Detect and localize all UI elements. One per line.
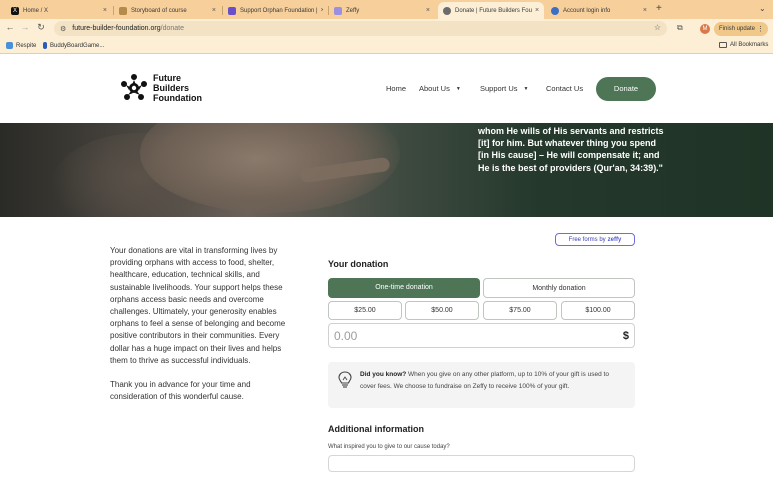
- amount-input[interactable]: 0.00 $: [328, 323, 635, 348]
- intro-text: Your donations are vital in transforming…: [110, 245, 292, 403]
- chevron-down-icon[interactable]: ⌄: [759, 4, 766, 13]
- monthly-donation-button[interactable]: Monthly donation: [483, 278, 635, 298]
- forward-icon[interactable]: →: [19, 22, 31, 32]
- site-logo[interactable]: Future Builders Foundation: [119, 73, 202, 103]
- bookmark-label: Respite: [16, 42, 37, 49]
- bookmark-star-icon[interactable]: ☆: [654, 23, 661, 32]
- logo-text: Future Builders Foundation: [153, 73, 202, 103]
- site-info-icon[interactable]: ⚙: [60, 25, 66, 33]
- reload-icon[interactable]: ↻: [35, 22, 47, 33]
- profile-avatar[interactable]: M: [700, 24, 710, 34]
- finish-update-label: Finish update: [719, 26, 756, 32]
- tab-support-orphan[interactable]: Support Orphan Foundation | ×: [223, 2, 323, 19]
- caret-down-icon: ▼: [455, 85, 461, 92]
- bookmark-label: BuddyBoardGame...: [50, 42, 105, 49]
- close-icon[interactable]: ×: [100, 7, 107, 14]
- close-icon[interactable]: ×: [640, 7, 647, 14]
- url-path: /donate: [160, 25, 184, 32]
- hero-quote: whom He wills of His servants and restri…: [478, 126, 664, 173]
- intro-paragraph: Your donations are vital in transforming…: [110, 246, 286, 365]
- did-you-know-text: Did you know? When you give on any other…: [360, 371, 609, 390]
- amount-50-button[interactable]: $50.00: [405, 301, 479, 320]
- bookmark-icon: [6, 42, 13, 49]
- nav-contact-us[interactable]: Contact Us: [546, 84, 583, 93]
- lightbulb-icon: [338, 371, 352, 388]
- bookmark-respite[interactable]: Respite: [6, 42, 36, 49]
- nav-about-us[interactable]: About Us ▼: [419, 84, 461, 93]
- close-icon[interactable]: ×: [209, 7, 216, 14]
- did-you-know-box: Did you know? When you give on any other…: [328, 362, 635, 408]
- tab-storyboard[interactable]: Storyboard of course ×: [114, 2, 221, 19]
- currency-symbol: $: [622, 329, 629, 342]
- browser-tab-bar: X Home / X × Storyboard of course × Supp…: [0, 0, 773, 19]
- address-bar[interactable]: ⚙ future-builder-foundation.org/donate ☆: [54, 21, 667, 36]
- nav-support-us[interactable]: Support Us ▼: [480, 84, 528, 93]
- folder-icon: [719, 42, 727, 48]
- site-header: Future Builders Foundation Home About Us…: [0, 55, 773, 123]
- tab-account-login[interactable]: Account login info ×: [546, 2, 652, 19]
- zeffy-badge[interactable]: Free forms by zeffy: [555, 233, 635, 246]
- nav-home[interactable]: Home: [386, 84, 406, 93]
- amount-25-button[interactable]: $25.00: [328, 301, 402, 320]
- donation-title: Your donation: [328, 259, 389, 269]
- tab-title: Storyboard of course: [131, 7, 187, 14]
- thanks-paragraph: Thank you in advance for your time and c…: [110, 380, 251, 402]
- one-time-donation-button[interactable]: One-time donation: [328, 278, 480, 298]
- tab-x[interactable]: X Home / X ×: [6, 2, 112, 19]
- new-tab-icon[interactable]: +: [656, 3, 662, 14]
- url-host: future-builder-foundation.org: [72, 25, 161, 32]
- bookmark-icon: [43, 42, 47, 49]
- tab-title: Donate | Future Builders Fou: [455, 7, 532, 14]
- inspire-input[interactable]: [328, 455, 635, 472]
- x-icon: X: [11, 6, 19, 15]
- caret-down-icon: ▼: [523, 85, 529, 92]
- tab-title: Account login info: [563, 7, 611, 14]
- all-bookmarks-label: All Bookmarks: [730, 42, 769, 48]
- amount-100-button[interactable]: $100.00: [561, 301, 635, 320]
- inspire-label: What inspired you to give to our cause t…: [328, 444, 450, 450]
- menu-kebab-icon[interactable]: ⋮: [757, 25, 764, 33]
- tab-donate[interactable]: Donate | Future Builders Fou ×: [438, 2, 544, 19]
- tab-title: Support Orphan Foundation |: [240, 7, 318, 14]
- tab-title: Home / X: [23, 7, 49, 14]
- close-icon[interactable]: ×: [532, 7, 539, 14]
- bookmarks-bar: Respite BuddyBoardGame... All Bookmarks: [0, 39, 773, 54]
- amount-value: 0.00: [334, 328, 358, 343]
- extensions-icon[interactable]: ⧉: [677, 23, 683, 33]
- back-icon[interactable]: ←: [4, 22, 16, 32]
- browser-toolbar: ← → ↻ ⚙ future-builder-foundation.org/do…: [0, 19, 773, 39]
- zeffy-brand: zeffy: [607, 236, 622, 243]
- additional-info-title: Additional information: [328, 424, 424, 434]
- donate-button[interactable]: Donate: [596, 77, 656, 101]
- zeffy-icon: [228, 6, 236, 15]
- finish-update-button[interactable]: Finish update ⋮: [714, 22, 768, 36]
- tab-zeffy[interactable]: Zeffy ×: [329, 2, 435, 19]
- bookmark-buddyboard[interactable]: BuddyBoardGame...: [43, 42, 104, 49]
- foundation-logo-icon: [121, 74, 147, 100]
- doc-icon: [119, 6, 127, 15]
- tab-title: Zeffy: [346, 7, 360, 14]
- chat-icon: [551, 6, 559, 15]
- globe-icon: [443, 6, 451, 15]
- all-bookmarks[interactable]: All Bookmarks: [719, 42, 768, 48]
- close-icon[interactable]: ×: [423, 7, 430, 14]
- amount-75-button[interactable]: $75.00: [483, 301, 557, 320]
- zeffy-icon: [334, 6, 342, 15]
- close-icon[interactable]: ×: [318, 7, 323, 14]
- hero-banner: whom He wills of His servants and restri…: [0, 123, 773, 217]
